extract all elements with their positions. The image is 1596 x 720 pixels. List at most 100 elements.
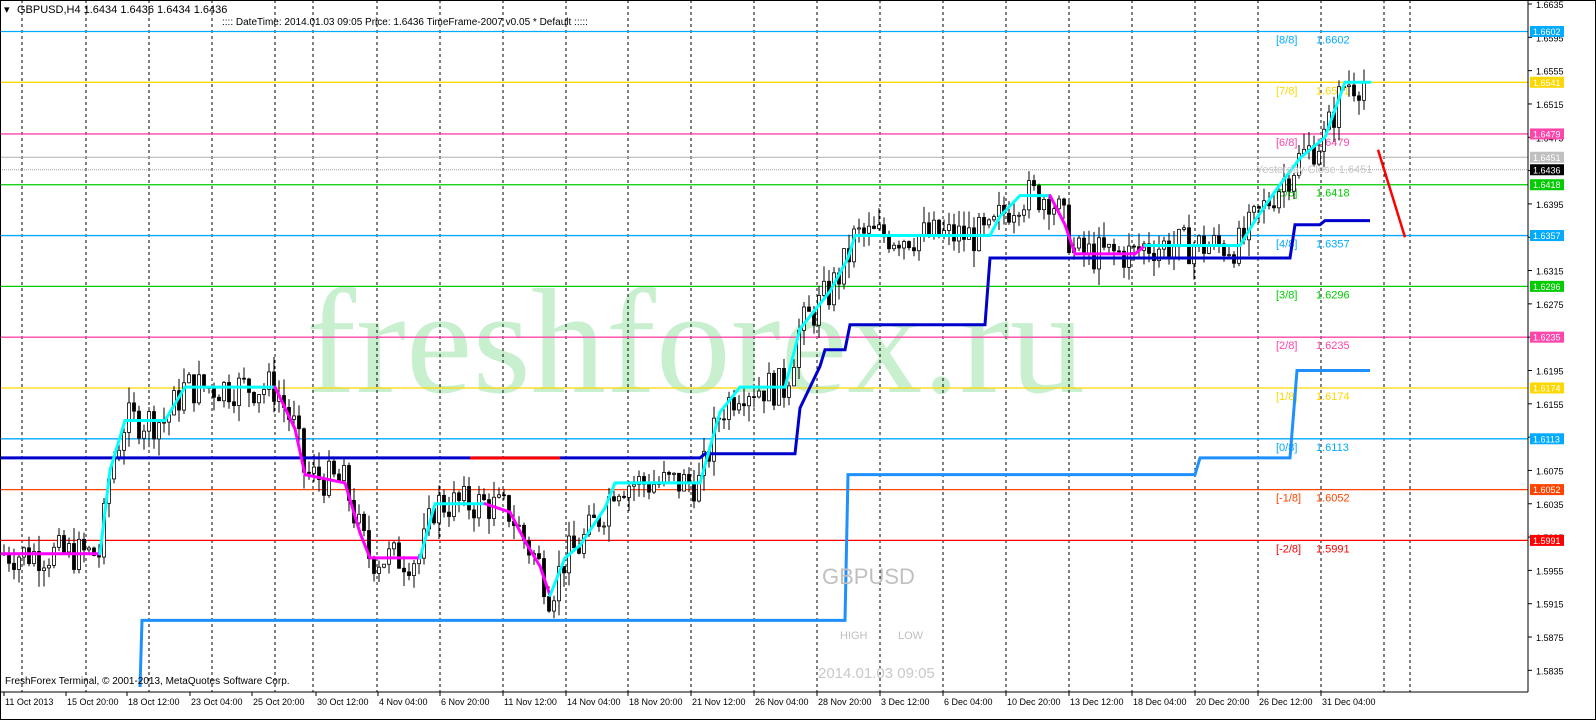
time-tick-label: 25 Oct 20:00 [253,697,305,707]
candle-body [612,496,616,502]
candle-body [822,280,826,296]
candle-body [142,430,146,439]
price-tag-text: 1.6052 [1533,485,1561,495]
candle-body [872,225,876,229]
candle-body [937,219,941,237]
candle-body [297,415,301,430]
candle-body [447,511,451,517]
candle-body [87,547,91,551]
murrey-level-value: 1.6296 [1316,289,1350,301]
price-chart[interactable]: freshforex.ru [8/8] 1.6602 [7/8] 1.6541 [6/8… [0,0,1596,720]
candle-body [752,396,756,398]
candle-body [867,225,871,234]
time-tick-label: 30 Oct 12:00 [317,697,369,707]
candle-body [1172,246,1176,259]
candle-body [217,396,221,402]
candle-body [1117,250,1121,253]
candle-body [617,495,621,502]
candle-body [62,535,66,553]
time-tick-label: 11 Nov 12:00 [504,697,557,707]
price-tag-text: 1.6357 [1533,231,1561,241]
candle-body [1272,205,1276,209]
murrey-level-label: [7/8] [1276,85,1297,97]
candle-body [1357,95,1361,101]
candle-body [952,224,956,242]
candle-body [482,494,486,501]
time-tick-label: 14 Nov 04:00 [567,697,621,707]
chart-menu-icon[interactable]: ▾ [4,4,10,16]
time-tick-label: 10 Dec 20:00 [1007,697,1061,707]
candle-body [742,403,746,407]
candle-body [82,538,86,551]
candle-body [627,485,631,498]
candle-body [322,479,326,496]
candle-body [692,482,696,502]
time-tick-label: 6 Nov 20:00 [441,697,490,707]
candle-body [42,567,46,571]
candle-body [412,563,416,576]
candle-body [252,392,256,404]
time-tick-label: 18 Nov 20:00 [629,697,683,707]
candle-body [947,224,951,231]
candle-body [792,367,796,387]
candle-body [372,558,376,574]
candle-body [1182,227,1186,230]
price-tick-label: 1.6155 [1536,400,1564,410]
copyright: FreshForex Terminal, © 2001-2013, MetaQu… [5,676,290,687]
time-tick-label: 21 Nov 12:00 [692,697,746,707]
candle-body [1077,237,1081,249]
candle-body [132,402,136,412]
price-tick-label: 1.5915 [1536,600,1564,610]
candle-body [332,460,336,475]
price-tag-text: 1.5991 [1533,536,1561,546]
price-tag-text: 1.6602 [1533,27,1561,37]
murrey-level-label: [0/8] [1276,442,1297,454]
candle-body [912,247,916,252]
candle-body [987,219,991,226]
candle-body [1277,191,1281,209]
time-tick-label: 13 Dec 12:00 [1070,697,1124,707]
candle-body [1132,245,1136,248]
time-tick-label: 26 Nov 04:00 [755,697,809,707]
candle-body [292,415,296,420]
candle-body [27,547,31,565]
candle-body [817,295,821,326]
candle-body [1317,150,1321,165]
candle-body [737,403,741,411]
candle-body [902,241,906,249]
candle-body [202,374,206,388]
candle-body [957,225,961,242]
candle-body [137,410,141,439]
candle-body [152,411,156,440]
time-tick-label: 26 Dec 12:00 [1259,697,1313,707]
candle-body [72,543,76,570]
murrey-level-value: 1.6174 [1316,391,1350,403]
candle-body [212,387,216,398]
candle-body [622,495,626,498]
candle-body [1287,178,1291,192]
candle-body [407,571,411,576]
murrey-level-value: 1.6602 [1316,34,1350,46]
candle-body [397,542,401,569]
candle-body [892,244,896,250]
candle-body [197,374,201,404]
candle-body [632,484,636,487]
candle-body [187,374,191,384]
time-tick-label: 15 Oct 20:00 [67,697,119,707]
price-tick-label: 1.5955 [1536,566,1564,576]
candle-body [552,600,556,612]
candle-body [1032,180,1036,187]
candle-body [377,566,381,574]
candle-body [1052,208,1056,215]
time-tick-label: 20 Dec 20:00 [1196,697,1250,707]
time-tick-label: 31 Dec 04:00 [1322,697,1376,707]
price-tick-label: 1.6395 [1536,200,1564,210]
price-tag-text: 1.6541 [1533,78,1561,88]
candle-body [667,472,671,475]
candle-body [1022,209,1026,216]
candle-body [192,374,196,404]
candle-body [722,418,726,421]
candle-body [672,472,676,475]
price-tag-text: 1.6436 [1533,165,1561,175]
candle-body [1082,237,1086,254]
